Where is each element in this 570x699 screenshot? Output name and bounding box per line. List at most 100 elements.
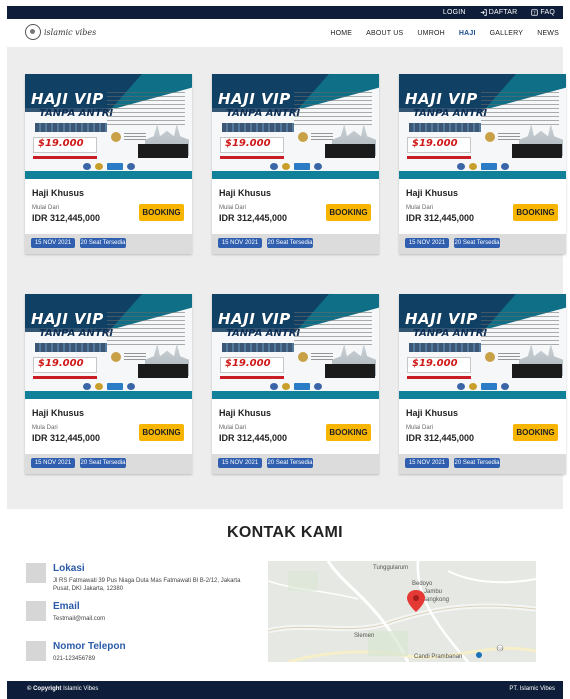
map-label-slemen: Slemen xyxy=(354,633,374,639)
package-title[interactable]: Haji Khusus xyxy=(406,408,458,418)
package-price: IDR 312,445,000 xyxy=(219,433,288,443)
partner-logo-icon xyxy=(313,163,322,170)
poster-footer-band xyxy=(25,391,192,399)
poster-headline: HAJI VIP xyxy=(218,90,291,108)
package-price: IDR 312,445,000 xyxy=(219,213,288,223)
poster-seal-text xyxy=(124,133,146,141)
poster-seal-icon xyxy=(485,132,495,142)
package-poster[interactable]: HAJI VIP TANPA ANTRI $19.000 xyxy=(399,74,566,179)
poster-footer-band xyxy=(399,171,566,179)
booking-button[interactable]: BOOKING xyxy=(326,204,371,221)
email-value[interactable]: Testmail@mail.com xyxy=(53,615,253,623)
map-canvas[interactable]: 715 Tunggularum Bedoyo Jambu Sangkong Sl… xyxy=(268,561,536,662)
main-navbar: islamic vibes HOME ABOUT US UMROH HAJI G… xyxy=(7,19,563,47)
package-price: IDR 312,445,000 xyxy=(32,213,101,223)
poster-red-bar xyxy=(407,156,471,159)
seats-badge: 20 Seat Tersedia xyxy=(267,238,313,248)
package-poster[interactable]: HAJI VIP TANPA ANTRI $19.000 xyxy=(212,74,379,179)
poster-date-strip xyxy=(409,343,481,352)
sign-in-icon xyxy=(480,9,487,16)
poster-fine-print xyxy=(107,92,185,128)
login-label: LOGIN xyxy=(442,9,466,16)
contact-title: KONTAK KAMI xyxy=(227,524,343,541)
package-card[interactable]: HAJI VIP TANPA ANTRI $19.000 Haji Khusus Mul… xyxy=(399,294,566,474)
poster-partner-logos xyxy=(25,162,192,171)
nav-menu: HOME ABOUT US UMROH HAJI GALLERY NEWS xyxy=(330,19,559,47)
poster-partner-logos xyxy=(399,162,566,171)
package-poster[interactable]: HAJI VIP TANPA ANTRI $19.000 xyxy=(399,294,566,399)
poster-contact-box xyxy=(512,144,562,158)
map-label-jambu: Jambu xyxy=(424,589,442,595)
logo-mark-icon xyxy=(25,24,41,40)
poster-price: $19.000 xyxy=(38,138,84,149)
poster-seal-icon xyxy=(111,352,121,362)
nav-item-news[interactable]: NEWS xyxy=(537,30,559,37)
seats-badge: 20 Seat Tersedia xyxy=(80,238,126,248)
partner-logo-icon xyxy=(126,383,135,390)
price-caption: Mulai Dari xyxy=(406,425,434,431)
package-title[interactable]: Haji Khusus xyxy=(219,408,271,418)
poster-price: $19.000 xyxy=(225,138,271,149)
seats-badge: 20 Seat Tersedia xyxy=(454,458,500,468)
poster-contact-box xyxy=(325,364,375,378)
price-caption: Mulai Dari xyxy=(219,425,247,431)
booking-button[interactable]: BOOKING xyxy=(139,204,184,221)
package-card[interactable]: HAJI VIP TANPA ANTRI $19.000 Haji Khusus Mul… xyxy=(25,74,192,254)
package-card[interactable]: HAJI VIP TANPA ANTRI $19.000 Haji Khusus Mul… xyxy=(25,294,192,474)
poster-date-strip xyxy=(35,123,107,132)
faq-label: FAQ xyxy=(540,9,555,16)
booking-button[interactable]: BOOKING xyxy=(326,424,371,441)
poster-date-strip xyxy=(222,123,294,132)
booking-button[interactable]: BOOKING xyxy=(513,424,558,441)
poster-seal-icon xyxy=(485,352,495,362)
poster-fine-print xyxy=(294,92,372,128)
poster-headline: HAJI VIP xyxy=(405,310,478,328)
package-card[interactable]: HAJI VIP TANPA ANTRI $19.000 Haji Khusus Mul… xyxy=(399,74,566,254)
package-title[interactable]: Haji Khusus xyxy=(406,188,458,198)
seats-badge: 20 Seat Tersedia xyxy=(267,458,313,468)
footer-copyright: © Copyright Islamic Vibes xyxy=(27,686,98,692)
package-price: IDR 312,445,000 xyxy=(406,433,475,443)
package-poster[interactable]: HAJI VIP TANPA ANTRI $19.000 xyxy=(212,294,379,399)
partner-logo-icon xyxy=(293,163,310,170)
seats-badge: 20 Seat Tersedia xyxy=(80,458,126,468)
partner-logo-icon xyxy=(293,383,310,390)
package-grid: HAJI VIP TANPA ANTRI $19.000 Haji Khusus Mul… xyxy=(7,47,566,509)
booking-button[interactable]: BOOKING xyxy=(139,424,184,441)
seats-badge: 20 Seat Tersedia xyxy=(454,238,500,248)
login-link[interactable]: LOGIN xyxy=(443,9,466,16)
copyright-name: Islamic Vibes xyxy=(63,686,99,692)
package-title[interactable]: Haji Khusus xyxy=(32,408,84,418)
package-poster[interactable]: HAJI VIP TANPA ANTRI $19.000 xyxy=(25,294,192,399)
nav-item-haji[interactable]: HAJI xyxy=(459,30,476,37)
package-card[interactable]: HAJI VIP TANPA ANTRI $19.000 Haji Khusus Mul… xyxy=(212,74,379,254)
site-logo[interactable]: islamic vibes xyxy=(25,24,96,40)
daftar-link[interactable]: DAFTAR xyxy=(480,9,518,16)
package-price: IDR 312,445,000 xyxy=(32,433,101,443)
nav-item-gallery[interactable]: GALLERY xyxy=(490,30,524,37)
nav-item-umroh[interactable]: UMROH xyxy=(417,30,444,37)
poster-red-bar xyxy=(407,376,471,379)
departure-date-badge: 15 NOV 2021 xyxy=(218,458,262,468)
nav-item-about-us[interactable]: ABOUT US xyxy=(366,30,403,37)
price-caption: Mulai Dari xyxy=(219,205,247,211)
phone-value: 021-123456789 xyxy=(53,656,96,662)
faq-link[interactable]: ? FAQ xyxy=(531,9,555,16)
package-title[interactable]: Haji Khusus xyxy=(219,188,271,198)
package-card[interactable]: HAJI VIP TANPA ANTRI $19.000 Haji Khusus Mul… xyxy=(212,294,379,474)
location-map[interactable]: 715 Tunggularum Bedoyo Jambu Sangkong Sl… xyxy=(268,561,536,662)
poster-fine-print xyxy=(481,312,559,348)
svg-text:?: ? xyxy=(534,10,536,15)
partner-logo-icon xyxy=(313,383,322,390)
partner-logo-icon xyxy=(480,383,497,390)
nav-item-home[interactable]: HOME xyxy=(330,30,352,37)
package-poster[interactable]: HAJI VIP TANPA ANTRI $19.000 xyxy=(25,74,192,179)
booking-button[interactable]: BOOKING xyxy=(513,204,558,221)
map-label-tunggularum: Tunggularum xyxy=(373,565,408,571)
partner-logo-icon xyxy=(281,163,290,170)
departure-date-badge: 15 NOV 2021 xyxy=(31,238,75,248)
package-title[interactable]: Haji Khusus xyxy=(32,188,84,198)
location-value: Jl RS Fatmawati 39 Pus Niaga Duta Mas Fa… xyxy=(53,578,241,592)
poster-subheadline: TANPA ANTRI xyxy=(39,328,114,339)
partner-logo-icon xyxy=(269,163,278,170)
